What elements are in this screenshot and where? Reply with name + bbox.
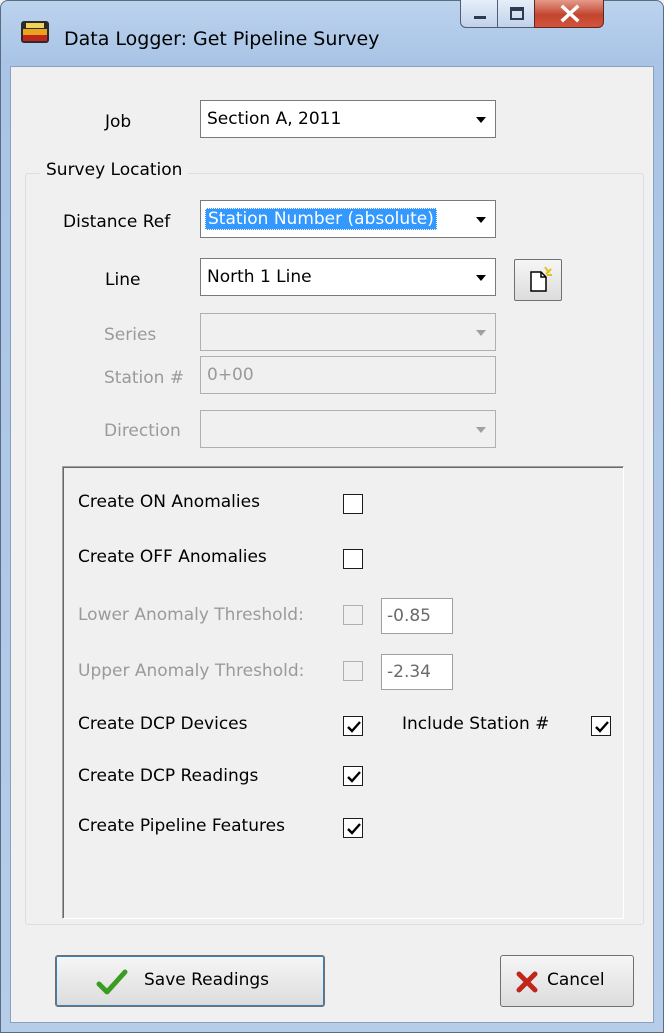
lower-threshold-input[interactable]: -0.85 [381, 598, 453, 634]
checkmark-icon [347, 823, 361, 835]
include-station-label: Include Station # [402, 714, 550, 734]
checkmark-icon [96, 969, 128, 995]
dropdown-arrow-icon[interactable] [468, 315, 494, 349]
create-dcp-devices-label: Create DCP Devices [78, 714, 248, 734]
job-dropdown[interactable]: Section A, 2011 [200, 100, 496, 138]
create-on-anomalies-label: Create ON Anomalies [78, 492, 260, 512]
distance-ref-dropdown[interactable]: Station Number (absolute) [200, 200, 496, 238]
save-readings-label: Save Readings [144, 970, 269, 990]
cancel-x-icon [516, 971, 538, 993]
lower-threshold-value: -0.85 [387, 606, 431, 626]
series-dropdown[interactable] [200, 313, 496, 351]
checkmark-icon [595, 721, 609, 733]
upper-threshold-label: Upper Anomaly Threshold: [78, 661, 305, 681]
minimize-button[interactable] [460, 0, 498, 28]
survey-location-legend: Survey Location [40, 160, 189, 180]
station-value: 0+00 [207, 365, 254, 385]
create-off-anomalies-checkbox[interactable] [343, 549, 363, 569]
create-pipeline-features-label: Create Pipeline Features [78, 816, 285, 836]
dropdown-arrow-icon[interactable] [468, 102, 494, 136]
line-value: North 1 Line [207, 267, 312, 287]
create-dcp-readings-checkbox[interactable] [343, 766, 363, 786]
checkmark-icon [347, 721, 361, 733]
upper-threshold-input[interactable]: -2.34 [381, 654, 453, 690]
create-pipeline-features-checkbox[interactable] [343, 818, 363, 838]
job-label: Job [105, 112, 132, 132]
direction-label: Direction [104, 421, 181, 441]
station-input[interactable]: 0+00 [200, 356, 496, 394]
minimize-icon [474, 16, 486, 19]
dropdown-arrow-icon[interactable] [468, 260, 494, 294]
maximize-button[interactable] [497, 0, 535, 28]
series-label: Series [104, 325, 157, 345]
upper-threshold-checkbox[interactable] [343, 661, 363, 681]
app-icon [20, 20, 50, 44]
cancel-button[interactable]: Cancel [500, 955, 634, 1007]
cancel-label: Cancel [547, 970, 605, 990]
lower-threshold-checkbox[interactable] [343, 605, 363, 625]
distance-ref-value: Station Number (absolute) [205, 208, 437, 230]
close-button[interactable] [534, 0, 604, 28]
maximize-icon [510, 7, 524, 20]
checkmark-icon [347, 771, 361, 783]
station-label: Station # [104, 368, 185, 388]
create-dcp-devices-checkbox[interactable] [343, 716, 363, 736]
options-panel [62, 466, 624, 919]
new-document-icon [530, 266, 552, 292]
dropdown-arrow-icon[interactable] [468, 202, 494, 236]
job-value: Section A, 2011 [207, 109, 342, 129]
upper-threshold-value: -2.34 [387, 662, 431, 682]
lower-threshold-label: Lower Anomaly Threshold: [78, 605, 304, 625]
line-dropdown[interactable]: North 1 Line [200, 258, 496, 296]
distance-ref-label: Distance Ref [63, 212, 171, 232]
create-off-anomalies-label: Create OFF Anomalies [78, 547, 267, 567]
include-station-checkbox[interactable] [591, 716, 611, 736]
dropdown-arrow-icon[interactable] [468, 412, 494, 446]
save-readings-button[interactable]: Save Readings [55, 955, 325, 1007]
line-label: Line [105, 270, 141, 290]
new-line-button[interactable] [514, 259, 562, 301]
direction-dropdown[interactable] [200, 410, 496, 448]
create-on-anomalies-checkbox[interactable] [343, 494, 363, 514]
create-dcp-readings-label: Create DCP Readings [78, 766, 259, 786]
close-icon [560, 4, 580, 23]
window-title: Data Logger: Get Pipeline Survey [64, 28, 380, 50]
